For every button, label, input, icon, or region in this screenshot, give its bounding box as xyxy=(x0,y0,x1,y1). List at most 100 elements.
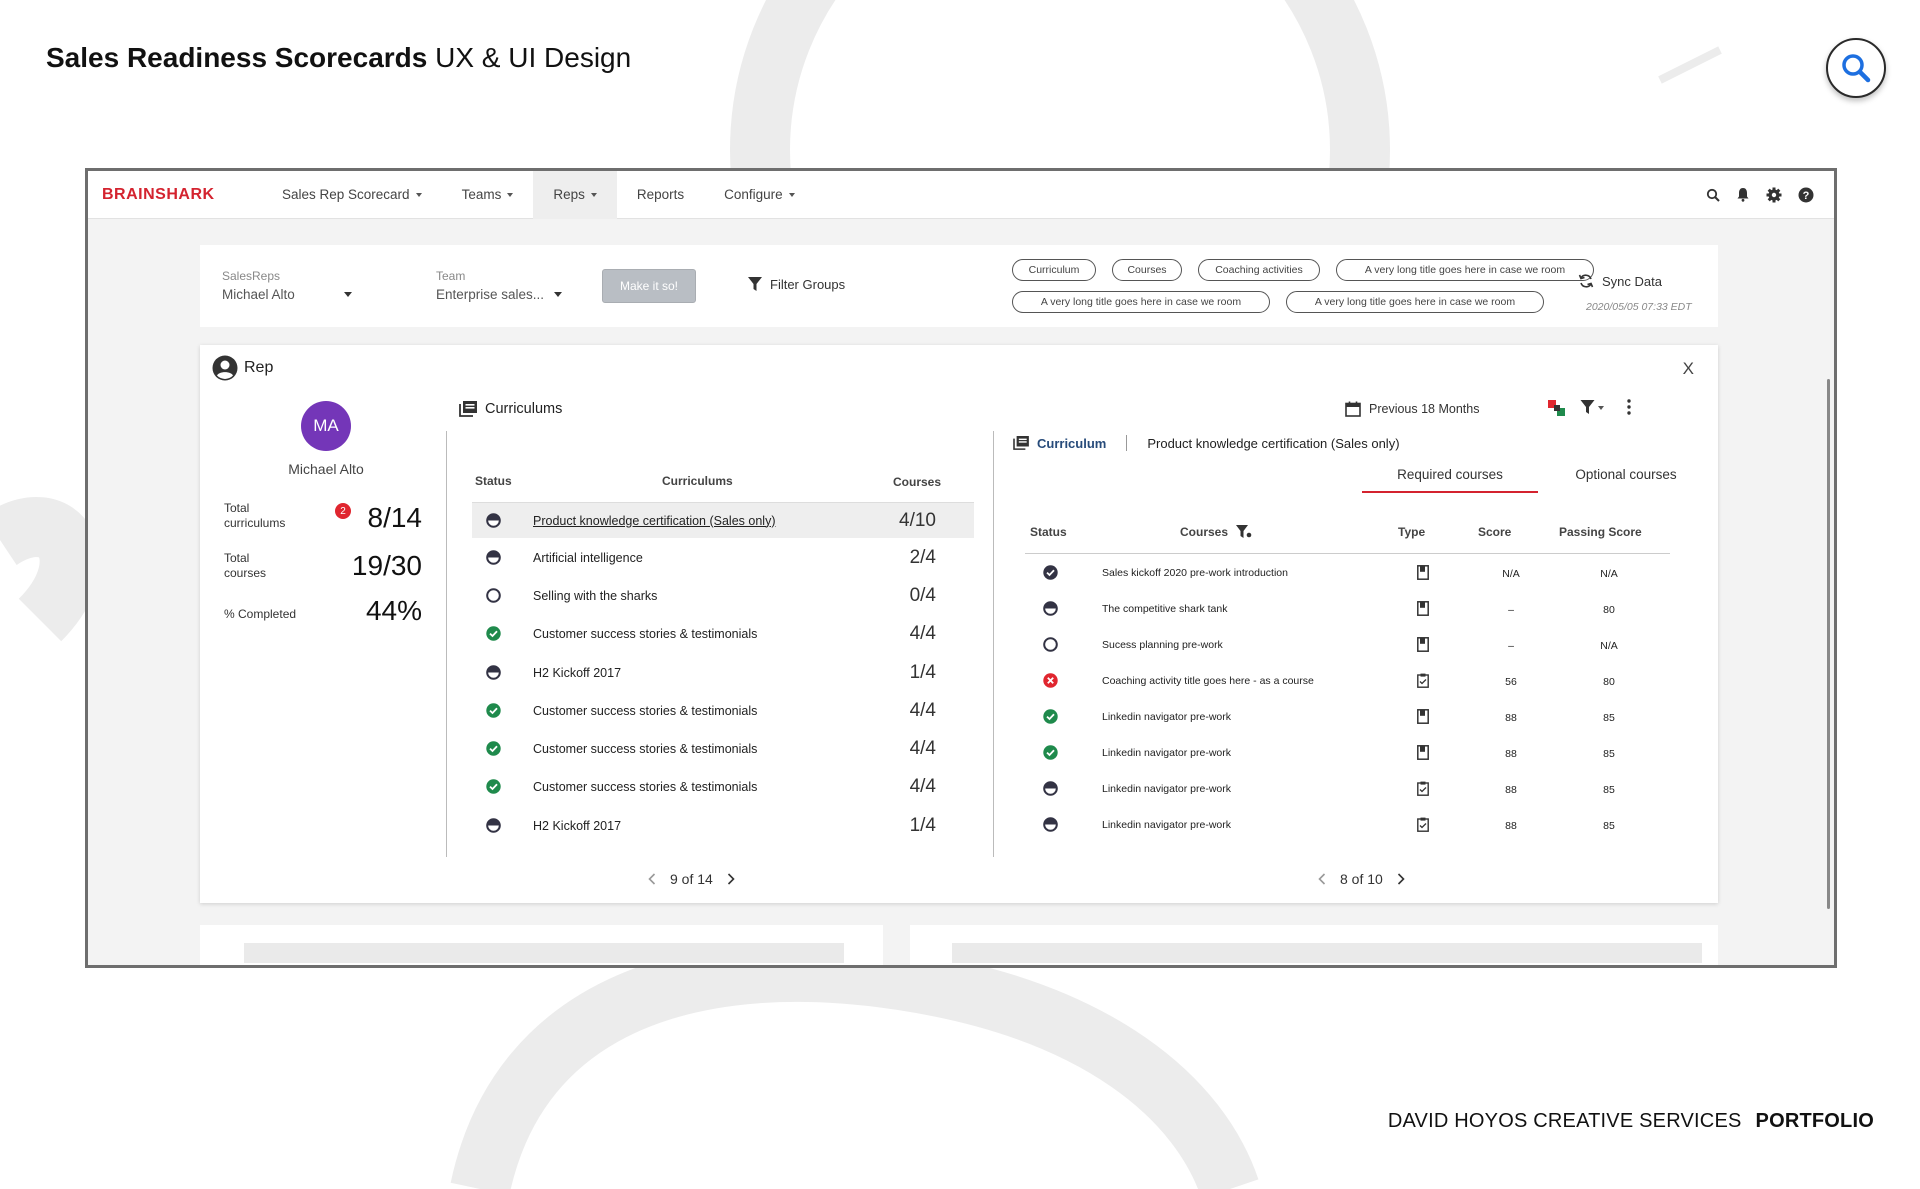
chevron-right-icon[interactable] xyxy=(727,873,735,885)
filter-chip[interactable]: A very long title goes here in case we r… xyxy=(1336,259,1594,281)
table-row[interactable]: Product knowledge certification (Sales o… xyxy=(472,502,974,538)
top-navigation: BRAINSHARK Sales Rep Scorecard Teams Rep… xyxy=(88,171,1834,219)
breadcrumb-separator xyxy=(1126,435,1128,451)
bell-icon[interactable] xyxy=(1736,187,1750,202)
filter-menu[interactable] xyxy=(1580,400,1604,415)
nav-icons: ? xyxy=(1706,187,1834,203)
column-header-courses[interactable]: Courses xyxy=(893,475,941,489)
filter-chip[interactable]: A very long title goes here in case we r… xyxy=(1286,291,1544,313)
table-row[interactable]: H2 Kickoff 2017 1/4 xyxy=(472,655,974,691)
gear-icon[interactable] xyxy=(1766,187,1782,203)
column-header-score[interactable]: Score xyxy=(1478,525,1511,539)
table-row[interactable]: Sales kickoff 2020 pre-work introduction… xyxy=(1025,555,1670,591)
page-title-light: UX & UI Design xyxy=(435,42,632,73)
library-icon xyxy=(459,401,477,417)
status-legend-icon[interactable] xyxy=(1548,400,1566,416)
calendar-icon xyxy=(1345,401,1361,417)
course-passing-score: 85 xyxy=(1603,712,1615,724)
table-row[interactable]: Linkedin navigator pre-work 88 85 xyxy=(1025,771,1670,807)
nav-reports[interactable]: Reports xyxy=(617,171,704,219)
date-range-label: Previous 18 Months xyxy=(1369,402,1480,416)
library-icon xyxy=(1013,436,1029,450)
not-started-icon xyxy=(1043,637,1058,652)
breadcrumb-curriculum-label[interactable]: Curriculum xyxy=(1037,436,1106,451)
stat-label-line: curriculums xyxy=(224,516,286,530)
nav-reps[interactable]: Reps xyxy=(533,171,617,219)
filter-chip[interactable]: Courses xyxy=(1112,259,1182,281)
breadcrumb-current: Product knowledge certification (Sales o… xyxy=(1147,435,1400,451)
salesreps-value: Michael Alto xyxy=(222,287,295,302)
filter-chip[interactable]: Coaching activities xyxy=(1198,259,1320,281)
nav-configure[interactable]: Configure xyxy=(704,171,815,219)
filter-chip[interactable]: A very long title goes here in case we r… xyxy=(1012,291,1270,313)
table-row[interactable]: Linkedin navigator pre-work 88 85 xyxy=(1025,807,1670,843)
sync-data-button[interactable]: Sync Data xyxy=(1578,273,1662,289)
column-header-status[interactable]: Status xyxy=(475,474,512,488)
scrollbar[interactable] xyxy=(1827,379,1830,909)
course-passing-score: N/A xyxy=(1600,568,1618,580)
chevron-left-icon[interactable] xyxy=(1318,873,1326,885)
active-tab-indicator xyxy=(1362,491,1538,493)
placeholder-bar xyxy=(952,943,1702,963)
column-header-status[interactable]: Status xyxy=(1030,525,1067,539)
app-window: BRAINSHARK Sales Rep Scorecard Teams Rep… xyxy=(85,168,1837,968)
nav-sales-rep-scorecard[interactable]: Sales Rep Scorecard xyxy=(262,171,442,219)
column-header-courses[interactable]: Courses xyxy=(1180,525,1252,539)
chevron-left-icon[interactable] xyxy=(648,873,656,885)
date-range-selector[interactable]: Previous 18 Months xyxy=(1345,401,1479,417)
tab-optional-courses[interactable]: Optional courses xyxy=(1538,467,1714,482)
course-score: 88 xyxy=(1505,820,1517,832)
close-button[interactable]: X xyxy=(1683,359,1694,379)
table-row[interactable]: Customer success stories & testimonials … xyxy=(472,769,974,805)
table-row[interactable]: Customer success stories & testimonials … xyxy=(472,731,974,767)
tab-required-courses[interactable]: Required courses xyxy=(1362,467,1538,482)
column-header-type[interactable]: Type xyxy=(1398,525,1425,539)
divider xyxy=(993,431,994,857)
sync-icon xyxy=(1578,274,1594,288)
table-row[interactable]: The competitive shark tank – 80 xyxy=(1025,591,1670,627)
help-icon[interactable]: ? xyxy=(1798,187,1814,203)
team-select[interactable]: Enterprise sales... xyxy=(436,287,562,302)
salesreps-select[interactable]: Michael Alto xyxy=(222,287,352,302)
nav-label: Configure xyxy=(724,187,783,202)
nav-teams[interactable]: Teams xyxy=(442,171,534,219)
table-row[interactable]: Selling with the sharks 0/4 xyxy=(472,578,974,614)
book-icon xyxy=(1417,637,1429,652)
table-row[interactable]: H2 Kickoff 2017 1/4 xyxy=(472,808,974,844)
filter-bar: SalesReps Michael Alto Team Enterprise s… xyxy=(200,245,1718,327)
table-row[interactable]: Coaching activity title goes here - as a… xyxy=(1025,663,1670,699)
table-row[interactable]: Customer success stories & testimonials … xyxy=(472,693,974,729)
filter-icon[interactable] xyxy=(1236,525,1252,539)
chevron-right-icon[interactable] xyxy=(1397,873,1405,885)
filter-groups-button[interactable]: Filter Groups xyxy=(748,277,845,292)
course-name: The competitive shark tank xyxy=(1102,603,1228,615)
nav-label: Reports xyxy=(636,187,685,202)
table-row[interactable]: Sucess planning pre-work – N/A xyxy=(1025,627,1670,663)
header-divider xyxy=(1025,553,1670,554)
curriculum-name[interactable]: Product knowledge certification (Sales o… xyxy=(533,514,775,528)
course-passing-score: 85 xyxy=(1603,748,1615,760)
team-label: Team xyxy=(436,269,466,283)
course-name: Sucess planning pre-work xyxy=(1102,639,1223,651)
table-row[interactable]: Artificial intelligence 2/4 xyxy=(472,540,974,576)
stat-label-line: % Completed xyxy=(224,607,297,621)
column-header-passing-score[interactable]: Passing Score xyxy=(1559,525,1642,539)
course-name: Linkedin navigator pre-work xyxy=(1102,819,1231,831)
courses-pagination: 8 of 10 xyxy=(1318,871,1405,887)
zoom-button[interactable] xyxy=(1826,38,1886,98)
footer-author: DAVID HOYOS CREATIVE SERVICES xyxy=(1387,1110,1742,1132)
chevron-down-icon xyxy=(415,192,422,197)
search-icon[interactable] xyxy=(1706,188,1720,202)
make-it-so-button[interactable]: Make it so! xyxy=(602,269,696,303)
salesreps-label: SalesReps xyxy=(222,269,281,283)
column-header-curriculums[interactable]: Curriculums xyxy=(662,474,733,488)
table-row[interactable]: Customer success stories & testimonials … xyxy=(472,616,974,652)
more-vertical-icon[interactable] xyxy=(1627,399,1631,415)
brainshark-logo[interactable]: BRAINSHARK xyxy=(102,186,262,204)
not-started-icon xyxy=(486,588,501,603)
filter-chip[interactable]: Curriculum xyxy=(1012,259,1096,281)
check-circle-icon xyxy=(1043,709,1058,724)
table-row[interactable]: Linkedin navigator pre-work 88 85 xyxy=(1025,699,1670,735)
course-score: – xyxy=(1508,604,1514,616)
table-row[interactable]: Linkedin navigator pre-work 88 85 xyxy=(1025,735,1670,771)
